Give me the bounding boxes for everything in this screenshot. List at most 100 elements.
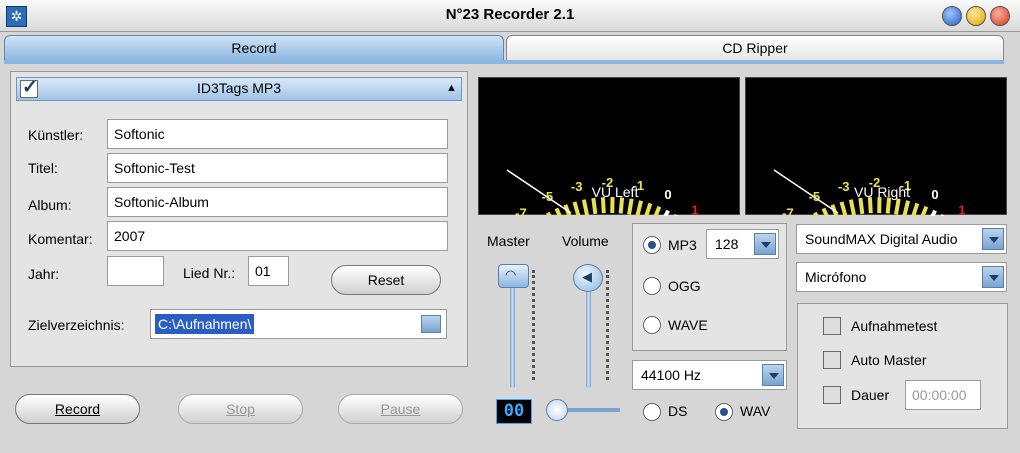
chevron-down-icon[interactable] <box>762 364 784 386</box>
volume-slider-track[interactable] <box>586 280 591 388</box>
vu-right-scale-tick <box>902 200 911 216</box>
chevron-down-icon[interactable] <box>982 228 1004 250</box>
maximize-button[interactable] <box>966 6 986 26</box>
balance-knob-icon[interactable] <box>546 399 568 421</box>
tab-cd-ripper[interactable]: CD Ripper <box>506 35 1004 61</box>
chevron-down-icon[interactable] <box>982 266 1004 288</box>
test-label: Aufnahmetest <box>851 318 938 334</box>
duration-field[interactable]: 00:00:00 <box>905 380 981 410</box>
speaker-icon: ◀ <box>582 269 592 284</box>
input-value: Micrófono <box>805 269 867 285</box>
vu-right-scale-tick <box>930 209 937 216</box>
stop-button[interactable]: Stop <box>178 394 303 424</box>
vu-left-scale-tick <box>644 202 653 216</box>
track-field[interactable]: 01 <box>248 256 289 286</box>
vu-right-scale-label: 1 <box>958 202 965 216</box>
id3-header-label: ID3Tags MP3 <box>196 80 282 96</box>
samplerate-value: 44100 Hz <box>641 367 701 383</box>
soundcard-select[interactable]: SoundMAX Digital Audio <box>796 224 1007 254</box>
vu-right-label: VU Right <box>853 184 911 200</box>
ds-radio[interactable] <box>643 403 661 421</box>
artist-label: Künstler: <box>28 127 84 143</box>
vu-right-scale-tick <box>839 201 848 216</box>
tab-underline <box>4 60 1004 64</box>
destination-label: Zielverzeichnis: <box>28 317 125 333</box>
vu-left-scale-tick <box>554 207 563 216</box>
track-label: Lied Nr.: <box>183 265 236 281</box>
reset-button[interactable]: Reset <box>331 265 441 295</box>
gauge-icon: ◠ <box>505 267 517 282</box>
volume-label: Volume <box>562 233 609 249</box>
mp3-radio[interactable] <box>643 236 661 254</box>
year-label: Jahr: <box>28 266 60 282</box>
artist-field[interactable]: Softonic <box>107 119 448 149</box>
mp3-label: MP3 <box>668 237 697 253</box>
album-label: Album: <box>28 197 72 213</box>
pause-button[interactable]: Pause <box>338 394 463 424</box>
input-select[interactable]: Micrófono <box>796 262 1007 292</box>
vu-left-scale-label: 1 <box>691 202 698 216</box>
volume-tick-scale <box>606 270 612 380</box>
comment-field[interactable]: 2007 <box>107 221 448 251</box>
bitrate-value: 128 <box>715 236 739 252</box>
master-slider-track[interactable] <box>510 280 515 388</box>
vu-right-scale-tick <box>920 205 929 216</box>
close-button[interactable] <box>990 6 1010 26</box>
destination-value[interactable]: C:\Aufnahmen\ <box>155 314 255 334</box>
auto-master-checkbox[interactable] <box>823 351 841 369</box>
master-label: Master <box>487 233 530 249</box>
vu-meter-right: -20-10-7-5-3-2-10123 VU Right <box>745 77 1007 216</box>
soundcard-value: SoundMAX Digital Audio <box>805 231 958 247</box>
test-checkbox[interactable] <box>823 317 841 335</box>
destination-combo[interactable]: C:\Aufnahmen\ <box>150 309 447 339</box>
vu-left-scale-tick <box>572 201 581 216</box>
vu-right-scale-tick <box>848 199 856 216</box>
ds-label: DS <box>668 403 688 419</box>
master-tick-scale <box>532 270 538 380</box>
collapse-arrow-icon[interactable]: ▲ <box>446 82 457 94</box>
vu-right-scale-tick <box>894 198 901 215</box>
balance-slider-track[interactable] <box>568 408 620 412</box>
minimize-button[interactable] <box>942 6 962 26</box>
volume-slider-thumb[interactable]: ◀ <box>573 264 603 292</box>
duration-checkbox[interactable] <box>823 386 841 404</box>
vu-left-scale-tick <box>653 205 662 216</box>
title-field[interactable]: Softonic-Test <box>107 153 448 183</box>
vu-left-scale-label: -7 <box>515 205 527 216</box>
record-button[interactable]: Record <box>15 394 140 424</box>
title-label: Titel: <box>28 160 58 176</box>
browse-folder-icon[interactable] <box>421 315 441 333</box>
vu-left-label: VU Left <box>591 184 639 200</box>
chevron-down-icon[interactable] <box>754 233 776 255</box>
vu-right-scale-label: -7 <box>782 205 794 216</box>
vu-left-scale-tick <box>663 209 670 216</box>
vu-right-scale-tick <box>813 211 819 216</box>
ogg-label: OGG <box>668 278 701 294</box>
vu-left-scale-tick <box>635 200 644 216</box>
vu-meter-left: -20-10-7-5-3-2-10123 VU Left <box>478 77 740 216</box>
auto-master-label: Auto Master <box>851 352 927 368</box>
wave-radio[interactable] <box>643 316 661 334</box>
wave-label: WAVE <box>668 317 708 333</box>
bitrate-select[interactable]: 128 <box>706 229 779 259</box>
window-title: N°23 Recorder 2.1 <box>445 6 575 23</box>
vu-right-scale-tick <box>858 197 865 215</box>
wav-label: WAV <box>740 403 771 419</box>
vu-right-scale-tick <box>911 202 920 216</box>
samplerate-select[interactable]: 44100 Hz <box>632 360 787 390</box>
vu-left-scale-tick <box>627 198 634 215</box>
comment-label: Komentar: <box>28 231 93 247</box>
master-slider-thumb[interactable]: ◠ <box>498 264 529 288</box>
ogg-radio[interactable] <box>643 277 661 295</box>
vu-left-scale-tick <box>581 199 589 216</box>
vu-left-scale-tick <box>546 211 552 216</box>
vu-right-scale-tick <box>821 207 830 216</box>
year-field[interactable] <box>107 256 164 286</box>
wav-radio[interactable] <box>715 403 733 421</box>
vu-left-scale-tick <box>591 197 598 215</box>
duration-label: Dauer <box>851 387 890 403</box>
vu-right-scale-tick <box>940 214 945 216</box>
album-field[interactable]: Softonic-Album <box>107 187 448 217</box>
vu-left-scale-tick <box>673 214 678 216</box>
tab-record[interactable]: Record <box>4 35 504 61</box>
